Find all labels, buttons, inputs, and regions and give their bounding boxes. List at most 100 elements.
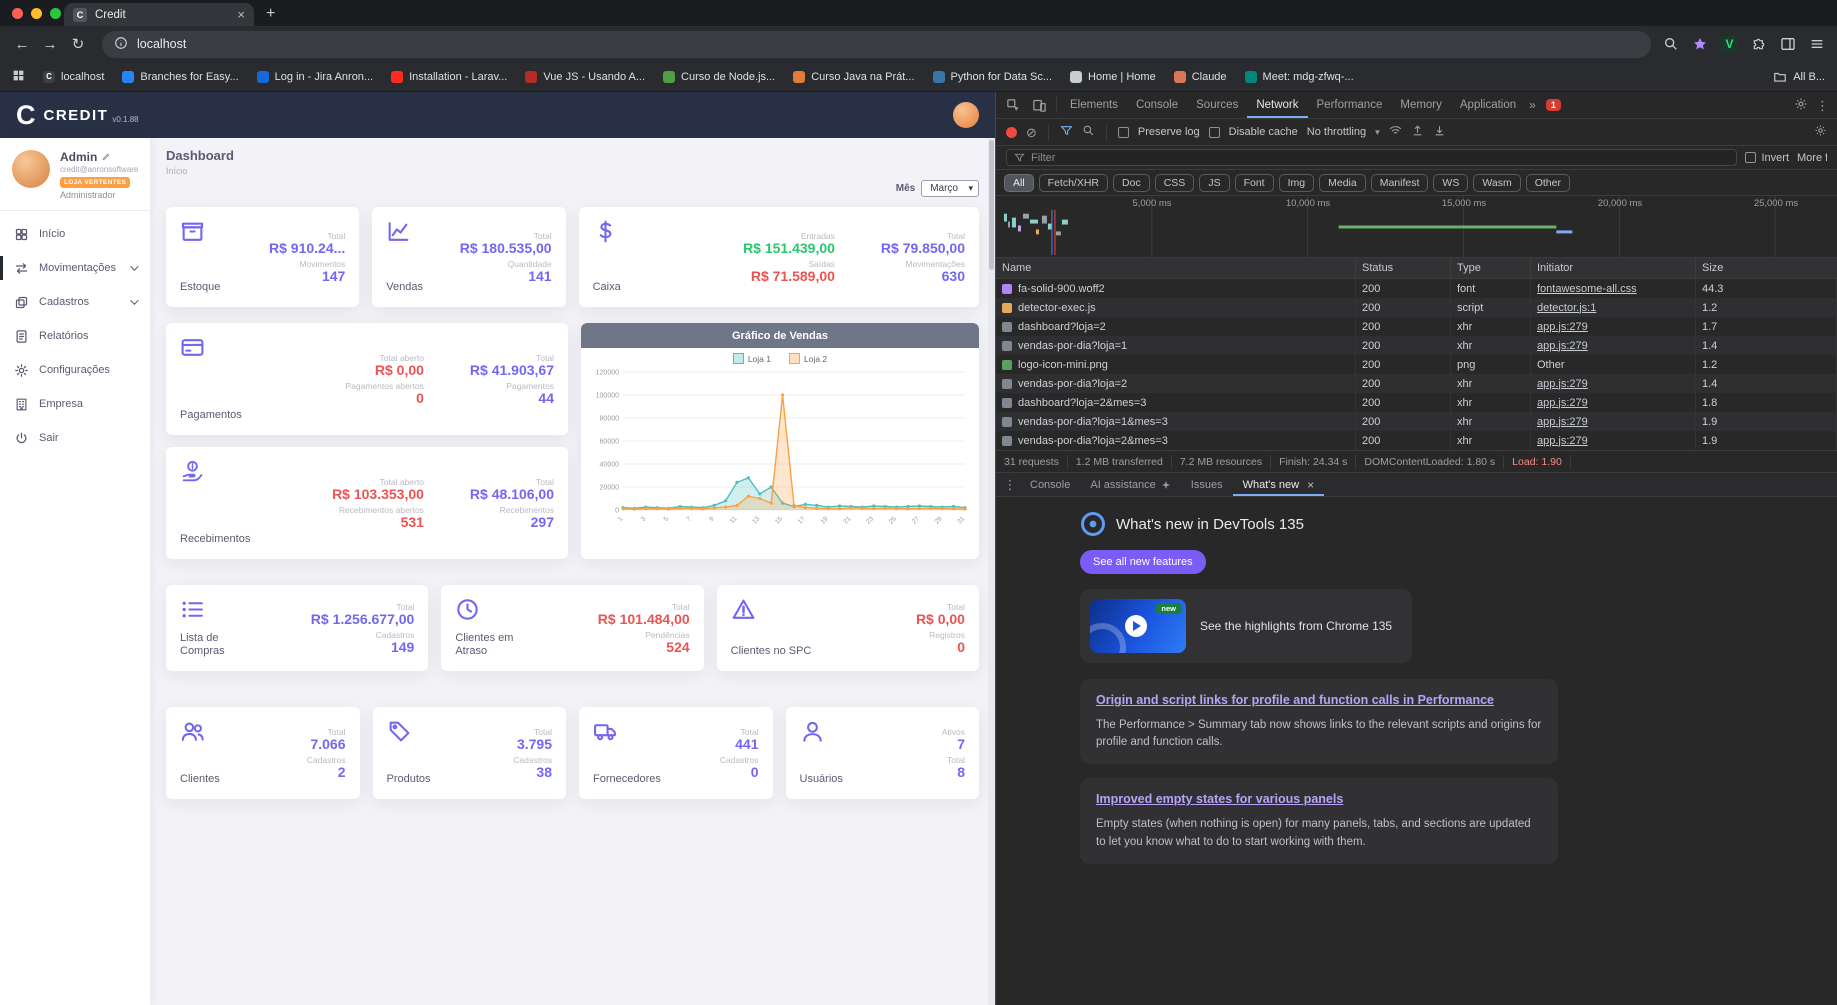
request-initiator[interactable]: app.js:279	[1537, 340, 1588, 352]
devtools-tab-network[interactable]: Network	[1247, 92, 1307, 118]
close-icon[interactable]: ×	[1307, 478, 1314, 492]
devtools-tab-application[interactable]: Application	[1451, 92, 1525, 118]
drawer-menu-icon[interactable]: ⋮	[1000, 477, 1020, 493]
inspect-element-icon[interactable]	[1000, 92, 1026, 118]
filter-chip-font[interactable]: Font	[1234, 173, 1274, 192]
devtools-menu-icon[interactable]: ⋮	[1816, 99, 1829, 112]
request-initiator[interactable]: fontawesome-all.css	[1537, 283, 1637, 295]
v-extension-icon[interactable]: V	[1721, 35, 1738, 53]
bookmark-item[interactable]: Curso de Node.js...	[663, 70, 775, 83]
filter-chip-fetch-xhr[interactable]: Fetch/XHR	[1038, 173, 1109, 192]
request-initiator[interactable]: app.js:279	[1537, 435, 1588, 447]
extensions-puzzle-icon[interactable]	[1751, 36, 1767, 52]
maximize-window-icon[interactable]	[50, 8, 61, 19]
sidebar-item-relatorios[interactable]: Relatórios	[0, 319, 150, 353]
see-all-features-button[interactable]: See all new features	[1080, 550, 1206, 574]
bookmark-item[interactable]: Vue JS - Usando A...	[525, 70, 645, 83]
minimize-window-icon[interactable]	[31, 8, 42, 19]
highlight-video-thumbnail[interactable]: new	[1090, 599, 1186, 653]
bookmark-item[interactable]: Branches for Easy...	[122, 70, 239, 83]
section-heading-link[interactable]: Origin and script links for profile and …	[1096, 693, 1494, 707]
reload-icon[interactable]: ↻	[66, 35, 90, 53]
bookmark-item[interactable]: Log in - Jira Anron...	[256, 70, 373, 83]
request-initiator[interactable]: app.js:279	[1537, 397, 1588, 409]
throttling-select[interactable]: No throttling	[1307, 126, 1366, 138]
bookmark-item[interactable]: Installation - Larav...	[391, 70, 507, 83]
app-scrollbar[interactable]	[988, 138, 995, 1005]
drawer-tab-what-s-new[interactable]: What's new ×	[1233, 473, 1325, 496]
filter-input[interactable]: Filter	[1006, 149, 1738, 166]
column-header-type[interactable]: Type	[1451, 258, 1531, 278]
devtools-tab-sources[interactable]: Sources	[1187, 92, 1247, 118]
scrollbar-thumb[interactable]	[989, 140, 994, 270]
filter-chip-ws[interactable]: WS	[1433, 173, 1469, 192]
new-tab-button[interactable]: +	[266, 5, 275, 23]
error-count-badge[interactable]: 1	[1545, 99, 1561, 111]
sidebar-item-configuracoes[interactable]: Configurações	[0, 353, 150, 387]
section-heading-link[interactable]: Improved empty states for various panels	[1096, 792, 1343, 806]
bookmark-item[interactable]: Home | Home	[1070, 70, 1156, 83]
search-lens-icon[interactable]	[1663, 36, 1679, 52]
browser-tab[interactable]: C Credit ×	[64, 3, 254, 26]
column-header-size[interactable]: Size	[1696, 258, 1837, 278]
bookmark-item[interactable]: Claude	[1173, 70, 1227, 83]
sidebar-item-inicio[interactable]: Início	[0, 217, 150, 251]
network-request-row[interactable]: vendas-por-dia?loja=2&mes=3 200 xhr app.js:…	[996, 431, 1837, 450]
network-settings-icon[interactable]	[1814, 124, 1827, 140]
all-bookmarks-button[interactable]: All B...	[1773, 70, 1825, 84]
bookmark-item[interactable]: Python for Data Sc...	[932, 70, 1052, 83]
close-window-icon[interactable]	[12, 8, 23, 19]
drawer-tab-console[interactable]: Console	[1020, 473, 1080, 496]
invert-filter[interactable]: Invert	[1745, 152, 1789, 164]
browser-menu-icon[interactable]	[1809, 36, 1825, 52]
address-bar[interactable]: localhost	[102, 30, 1651, 58]
filter-funnel-icon[interactable]	[1060, 124, 1073, 140]
devtools-tab-performance[interactable]: Performance	[1308, 92, 1392, 118]
filter-chip-other[interactable]: Other	[1525, 173, 1570, 192]
sidebar-item-sair[interactable]: Sair	[0, 421, 150, 455]
clear-network-icon[interactable]: ⊘	[1026, 126, 1037, 139]
header-avatar[interactable]	[953, 102, 979, 128]
filter-chip-wasm[interactable]: Wasm	[1473, 173, 1521, 192]
column-header-initiator[interactable]: Initiator	[1531, 258, 1696, 278]
back-icon[interactable]: ←	[10, 36, 34, 53]
avatar[interactable]	[12, 150, 50, 188]
network-request-row[interactable]: vendas-por-dia?loja=2 200 xhr app.js:279 1.4	[996, 374, 1837, 393]
network-request-row[interactable]: fa-solid-900.woff2 200 font fontawesome-all…	[996, 279, 1837, 298]
network-request-row[interactable]: detector-exec.js 200 script detector.js:1 1.…	[996, 298, 1837, 317]
month-select[interactable]: Março	[921, 180, 979, 197]
preserve-log-label[interactable]: Preserve log	[1138, 126, 1200, 138]
sidebar-item-empresa[interactable]: Empresa	[0, 387, 150, 421]
request-initiator[interactable]: app.js:279	[1537, 378, 1588, 390]
sidebar-item-cadastros[interactable]: Cadastros	[0, 285, 150, 319]
play-icon[interactable]	[1125, 615, 1147, 637]
highlight-card[interactable]: new See the highlights from Chrome 135	[1080, 589, 1413, 663]
edit-pencil-icon[interactable]	[102, 153, 111, 162]
drawer-tab-issues[interactable]: Issues	[1181, 473, 1233, 496]
invert-checkbox[interactable]	[1745, 152, 1757, 163]
network-request-row[interactable]: dashboard?loja=2&mes=3 200 xhr app.js:279 1.…	[996, 393, 1837, 412]
devtools-tab-memory[interactable]: Memory	[1391, 92, 1451, 118]
more-filters-button[interactable]: More filters	[1797, 152, 1827, 164]
request-initiator[interactable]: app.js:279	[1537, 416, 1588, 428]
bookmark-item[interactable]: Meet: mdg-zfwq-...	[1244, 70, 1354, 83]
column-header-name[interactable]: Name	[996, 258, 1356, 278]
devtools-tab-console[interactable]: Console	[1127, 92, 1187, 118]
filter-chip-js[interactable]: JS	[1199, 173, 1230, 192]
import-har-icon[interactable]	[1411, 124, 1424, 140]
filter-chip-all[interactable]: All	[1004, 173, 1034, 192]
bookmark-star-icon[interactable]	[1692, 36, 1708, 52]
bookmark-item[interactable]: Clocalhost	[43, 70, 104, 83]
network-request-row[interactable]: dashboard?loja=2 200 xhr app.js:279 1.7	[996, 317, 1837, 336]
more-tabs-icon[interactable]: »	[1525, 92, 1540, 118]
bookmark-item[interactable]: Curso Java na Prát...	[793, 70, 915, 83]
disable-cache-checkbox[interactable]	[1208, 126, 1220, 138]
tab-close-icon[interactable]: ×	[237, 8, 245, 21]
network-overview[interactable]: 5,000 ms 10,000 ms 15,000 ms 20,000 ms 25,00…	[996, 196, 1837, 258]
preserve-log-checkbox[interactable]	[1117, 126, 1129, 138]
device-toolbar-icon[interactable]	[1026, 92, 1052, 118]
disable-cache-label[interactable]: Disable cache	[1229, 126, 1298, 138]
devtools-tab-elements[interactable]: Elements	[1061, 92, 1127, 118]
forward-icon[interactable]: →	[38, 36, 62, 53]
export-har-icon[interactable]	[1433, 124, 1446, 140]
